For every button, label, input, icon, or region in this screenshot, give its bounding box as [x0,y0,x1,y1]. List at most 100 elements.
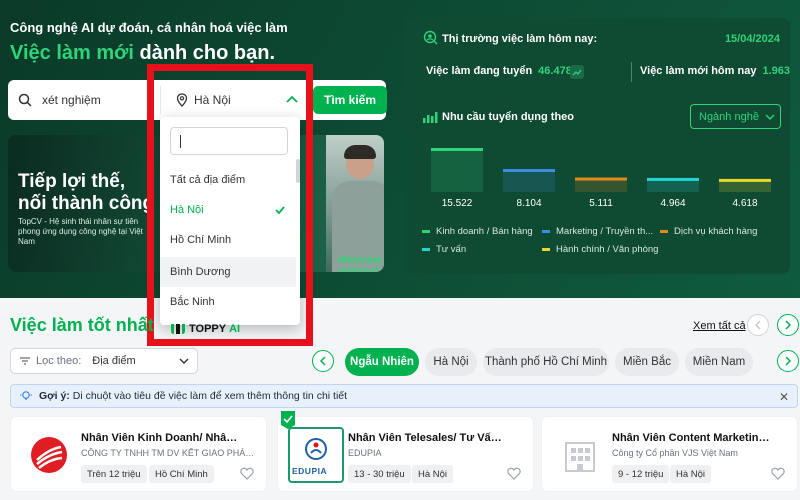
legend-swatch [542,248,550,251]
keyword-value: xét nghiệm [42,93,101,107]
legend-item-4: Hành chính / Văn phòng [542,244,658,255]
highlight-box [147,64,313,346]
company-logo [552,427,608,483]
market-panel: Thị trường việc làm hôm nay: 15/04/2024 … [404,18,790,274]
next-page-button[interactable] [777,314,799,336]
chart-value-label-2: 5.111 [589,198,613,209]
new-jobs-value: 1.963 [762,65,790,77]
chevron-left-icon [754,320,761,330]
company-logo [21,427,77,483]
chart-bar-top-1 [503,169,555,173]
banner-description: TopCV - Hệ sinh thái nhân sự tiên phong … [18,217,143,246]
chip-south[interactable]: Miền Nam [685,348,753,376]
toppy-ai-logo: TOPPY AI [170,322,240,336]
chart-bar-top-4 [719,178,771,182]
hero-section: Công nghệ AI dự đoán, cá nhân hoá việc l… [0,0,800,298]
verified-badge-icon [281,411,295,429]
market-date: 15/04/2024 [724,33,780,45]
chevron-right-icon [785,320,792,330]
company-name[interactable]: EDUPIA [348,448,526,458]
chart-bar-0 [431,148,483,192]
filter-select[interactable]: Lọc theo: Địa điểm [10,348,198,374]
banner-person-image [326,135,384,272]
stat-separator [631,62,632,82]
salary-tag: 13 - 30 triệu [348,465,411,483]
legend-item-1: Marketing / Truyền th... [542,226,653,237]
chevron-left-icon [319,356,326,366]
new-jobs-label: Việc làm mới hôm nay [640,65,757,77]
hero-title-accent: Việc làm mới [10,42,134,64]
legend-swatch [422,230,430,233]
demand-bar-chart: 15.522 8.104 5.111 4.964 4.618 [431,148,771,209]
chevron-down-icon [179,358,189,364]
chevron-down-icon [765,114,775,120]
filter-label: Lọc theo: [36,355,82,367]
legend-label: Dịch vụ khách hàng [674,226,758,237]
chips-next-button[interactable] [777,350,799,372]
legend-swatch [422,248,430,251]
hero-title: Việc làm mới dành cho bạn. [10,42,275,65]
chip-north[interactable]: Miền Bắc [615,348,679,376]
job-title[interactable]: Nhân Viên Kinh Doanh/ Nhân Viên ... [81,432,241,444]
demand-title: Nhu cầu tuyển dụng theo [442,111,574,123]
legend-swatch [660,230,668,233]
legend-label: Hành chính / Văn phòng [556,244,659,255]
toppy-brand: TOPPY [189,323,227,335]
company-name[interactable]: Công ty Cổ phần VJS Việt Nam [612,448,790,458]
job-card[interactable]: Nhân Viên Content Marketing Lươ... Công … [541,416,798,492]
job-card[interactable]: Nhân Viên Kinh Doanh/ Nhân Viên ... CÔNG… [10,416,267,492]
chip-hcm[interactable]: Thành phố Hồ Chí Minh [483,348,609,376]
chips-prev-button[interactable] [312,350,334,372]
bar-chart-icon [423,112,438,123]
hint-text: Gợi ý: Di chuột vào tiêu đề việc làm để … [39,390,347,402]
legend-label: Marketing / Truyền th... [556,226,654,237]
location-tag: Hà Nội [412,465,454,483]
chart-bar-top-0 [431,148,483,151]
company-logo-text: EDUPIA [292,466,328,476]
company-name[interactable]: CÔNG TY TNHH TM DV KẾT GIAO PHÁT T... [81,448,259,458]
chip-hanoi[interactable]: Hà Nội [425,348,477,376]
filter-value: Địa điểm [92,355,136,367]
keyword-input[interactable]: xét nghiệm [8,80,158,120]
chart-bar-1 [503,169,555,192]
see-all-link[interactable]: Xem tất cả [693,320,746,332]
legend-item-0: Kinh doanh / Bán hàng [422,226,533,237]
filter-icon [20,357,30,365]
search-button[interactable]: Tìm kiếm [313,86,387,114]
chart-bar-top-3 [647,177,699,181]
best-jobs-title: Việc làm tốt nhất [10,315,154,335]
legend-label: Kinh doanh / Bán hàng [436,226,533,237]
job-card[interactable]: EDUPIA Nhân Viên Telesales/ Tư Vấn Tuy..… [277,411,534,492]
jobs-recruiting-stat: Việc làm đang tuyển 46.478 [426,65,572,77]
search-icon [18,93,32,107]
banner-tagline: Welcome onboard [338,255,382,272]
new-jobs-stat: Việc làm mới hôm nay 1.963 [640,65,790,77]
jobs-recruiting-label: Việc làm đang tuyển [426,65,533,77]
job-title[interactable]: Nhân Viên Content Marketing Lươ... [612,432,772,444]
market-title: Thị trường việc làm hôm nay: [442,33,598,45]
chart-value-label-3: 4.964 [660,198,685,209]
salary-tag: Trên 12 triệu [81,465,147,483]
prev-page-button[interactable] [747,314,769,336]
chip-random[interactable]: Ngẫu Nhiên [345,348,419,376]
job-title[interactable]: Nhân Viên Telesales/ Tư Vấn Tuy... [348,432,508,444]
close-icon[interactable]: ✕ [779,390,789,404]
market-search-icon [423,30,438,45]
legend-item-2: Dịch vụ khách hàng [660,226,757,237]
legend-swatch [542,230,550,233]
jobs-recruiting-value: 46.478 [538,65,572,77]
heart-icon[interactable] [771,467,785,480]
toppy-logo-icon [171,324,185,334]
hero-subtitle: Công nghệ AI dự đoán, cá nhân hoá việc l… [10,20,288,35]
heart-icon[interactable] [507,467,521,480]
chart-value-label-0: 15.522 [442,198,473,209]
legend-label: Tư vấn [436,244,467,255]
heart-icon[interactable] [240,467,254,480]
chart-value-label-1: 8.104 [516,198,541,209]
lightbulb-icon [20,391,32,400]
hint-bold: Gợi ý: [39,390,70,402]
chevron-right-icon [785,356,792,366]
location-tag: Hà Nội [670,465,712,483]
toppy-brand-ai: AI [229,323,241,335]
demand-category-select[interactable]: Ngành nghề [690,104,781,129]
